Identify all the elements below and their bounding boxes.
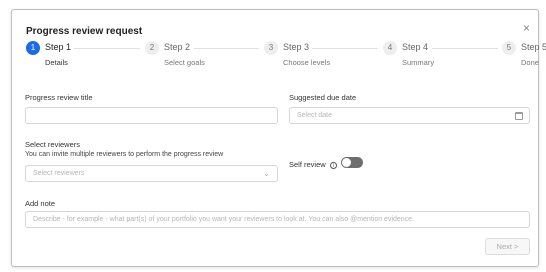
step-subtitle: Done bbox=[521, 58, 539, 67]
step-connector bbox=[432, 48, 498, 49]
reviewers-label: Select reviewers bbox=[25, 140, 81, 149]
step-subtitle: Details bbox=[45, 58, 68, 67]
chevron-down-icon: ⌄ bbox=[263, 169, 270, 178]
step-name: Step 1 bbox=[45, 42, 72, 52]
step-subtitle: Summary bbox=[402, 58, 435, 67]
step-connector bbox=[194, 48, 259, 49]
step-subtitle: Select goals bbox=[164, 58, 205, 67]
step-name: Step 5 bbox=[521, 42, 546, 52]
review-title-label: Progress review title bbox=[25, 93, 93, 102]
due-date-label: Suggested due date bbox=[289, 93, 357, 102]
reviewers-placeholder: Select reviewers bbox=[33, 170, 85, 177]
reviewers-select[interactable]: Select reviewers ⌄ bbox=[25, 165, 278, 182]
note-label: Add note bbox=[25, 199, 56, 208]
toggle-knob bbox=[342, 158, 351, 167]
reviewers-help-text: You can invite multiple reviewers to per… bbox=[25, 151, 224, 158]
due-date-placeholder: Select date bbox=[297, 112, 333, 119]
self-review-label: Self review i bbox=[289, 160, 337, 169]
step-number: 3 bbox=[264, 41, 278, 55]
note-placeholder: Describe - for example - what part(s) of… bbox=[33, 216, 415, 223]
next-button[interactable]: Next > bbox=[485, 238, 530, 255]
step-subtitle: Choose levels bbox=[283, 58, 331, 67]
step-number: 2 bbox=[145, 41, 159, 55]
step-connector bbox=[74, 48, 140, 49]
step-name: Step 4 bbox=[402, 42, 429, 52]
dialog-title: Progress review request bbox=[26, 26, 143, 37]
self-review-toggle[interactable] bbox=[341, 157, 363, 168]
calendar-icon[interactable] bbox=[515, 112, 523, 120]
step-name: Step 3 bbox=[283, 42, 310, 52]
self-review-text: Self review bbox=[289, 160, 326, 169]
step-number: 5 bbox=[502, 41, 516, 55]
step-connector bbox=[312, 48, 378, 49]
step-name: Step 2 bbox=[164, 42, 191, 52]
close-icon[interactable]: × bbox=[523, 21, 530, 35]
due-date-input[interactable]: Select date bbox=[289, 107, 530, 124]
progress-review-dialog: Progress review request × 1 Step 1 Detai… bbox=[11, 9, 546, 267]
note-input[interactable]: Describe - for example - what part(s) of… bbox=[25, 211, 530, 228]
info-icon[interactable]: i bbox=[329, 161, 337, 169]
step-number: 4 bbox=[383, 41, 397, 55]
step-number: 1 bbox=[26, 41, 40, 55]
review-title-input[interactable] bbox=[25, 107, 278, 124]
